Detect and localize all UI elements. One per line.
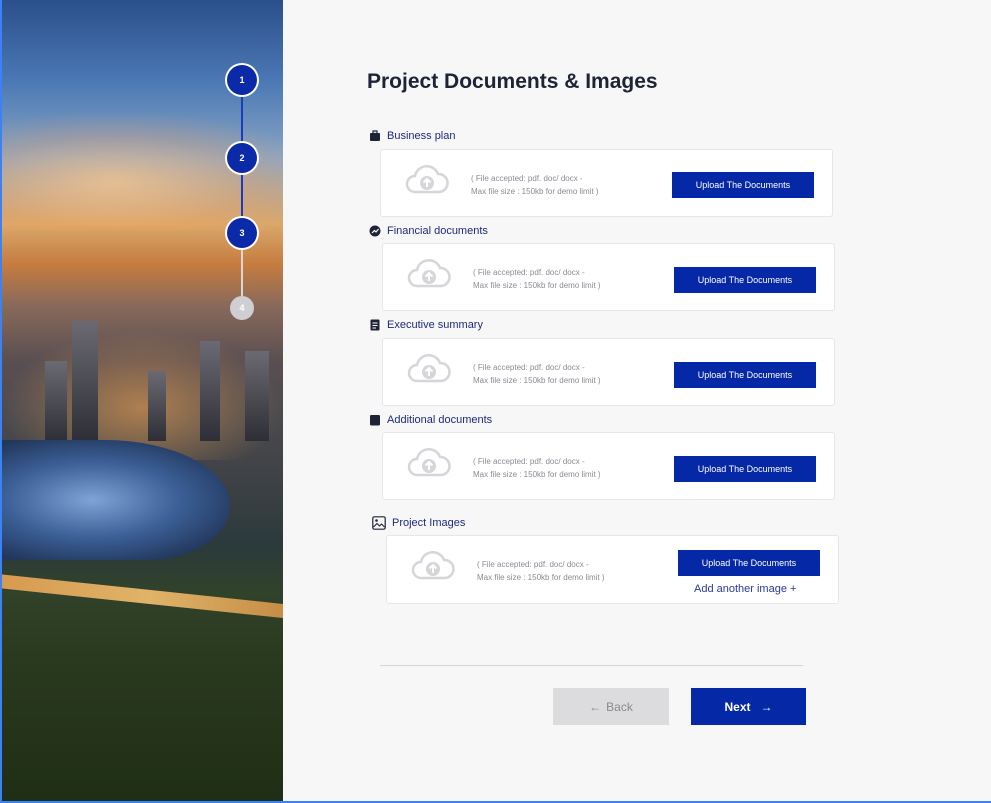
file-hint: ( File accepted: pdf. doc/ docx - Max fil… <box>473 457 601 479</box>
main-content: Project Documents & Images Business plan… <box>283 0 991 801</box>
building <box>45 361 67 441</box>
upload-button-additional-documents[interactable]: Upload The Documents <box>674 456 816 482</box>
building <box>245 351 269 441</box>
upload-card-financial-documents: ( File accepted: pdf. doc/ docx - Max fil… <box>382 243 835 311</box>
upload-card-business-plan: ( File accepted: pdf. doc/ docx - Max fil… <box>380 149 833 217</box>
step-1[interactable]: 1 <box>229 67 255 93</box>
folder-icon <box>370 415 380 426</box>
cloud-upload-icon <box>405 165 449 194</box>
add-another-image-link[interactable]: Add another image + <box>694 583 796 595</box>
left-edge-accent <box>0 0 2 801</box>
file-hint: ( File accepted: pdf. doc/ docx - Max fil… <box>473 363 601 385</box>
upload-button-project-images[interactable]: Upload The Documents <box>678 550 820 576</box>
briefcase-icon <box>370 130 380 141</box>
section-label-text: Project Images <box>392 517 466 529</box>
section-label-project-images: Project Images <box>372 516 465 530</box>
upload-card-additional-documents: ( File accepted: pdf. doc/ docx - Max fil… <box>382 432 835 500</box>
step-3[interactable]: 3 <box>229 220 255 246</box>
section-label-text: Business plan <box>387 130 456 142</box>
step-connector <box>241 171 243 220</box>
upload-card-project-images: ( File accepted: pdf. doc/ docx - Max fil… <box>386 535 839 604</box>
section-label-text: Additional documents <box>387 414 493 426</box>
cloud-upload-icon <box>407 448 451 477</box>
background-cityscape-image: 1 2 3 4 <box>0 0 283 801</box>
back-label: Back <box>606 699 633 714</box>
section-label-text: Executive summary <box>387 319 483 331</box>
upload-card-executive-summary: ( File accepted: pdf. doc/ docx - Max fil… <box>382 338 835 406</box>
section-label-financial-documents: Financial documents <box>369 225 488 237</box>
section-label-text: Financial documents <box>387 225 488 237</box>
trend-circle-icon <box>369 225 381 237</box>
file-hint: ( File accepted: pdf. doc/ docx - Max fil… <box>473 268 601 290</box>
next-button[interactable]: Next → <box>691 688 806 725</box>
highway <box>0 572 283 622</box>
section-label-business-plan: Business plan <box>369 130 456 142</box>
step-2[interactable]: 2 <box>229 145 255 171</box>
next-label: Next <box>724 699 751 714</box>
back-button[interactable]: ← Back <box>553 688 669 725</box>
building <box>72 321 98 441</box>
divider <box>380 665 803 666</box>
next-arrow-icon: → <box>760 699 773 714</box>
step-connector <box>241 93 243 145</box>
upload-button-business-plan[interactable]: Upload The Documents <box>672 172 814 198</box>
file-hint: ( File accepted: pdf. doc/ docx - Max fil… <box>477 560 605 582</box>
building <box>200 341 220 441</box>
document-icon <box>370 319 380 331</box>
building <box>148 371 166 441</box>
upload-button-executive-summary[interactable]: Upload The Documents <box>674 362 816 388</box>
page-title: Project Documents & Images <box>367 70 658 93</box>
upload-button-financial-documents[interactable]: Upload The Documents <box>674 267 816 293</box>
step-4[interactable]: 4 <box>230 296 254 320</box>
step-connector-pending <box>241 246 243 296</box>
section-label-executive-summary: Executive summary <box>369 319 483 331</box>
cloud-upload-icon <box>411 551 455 580</box>
image-icon <box>372 516 386 530</box>
cloud-upload-icon <box>407 259 451 288</box>
section-label-additional-documents: Additional documents <box>369 414 492 426</box>
cloud-upload-icon <box>407 354 451 383</box>
file-hint: ( File accepted: pdf. doc/ docx - Max fil… <box>471 174 599 196</box>
back-arrow-icon: ← <box>589 699 602 714</box>
